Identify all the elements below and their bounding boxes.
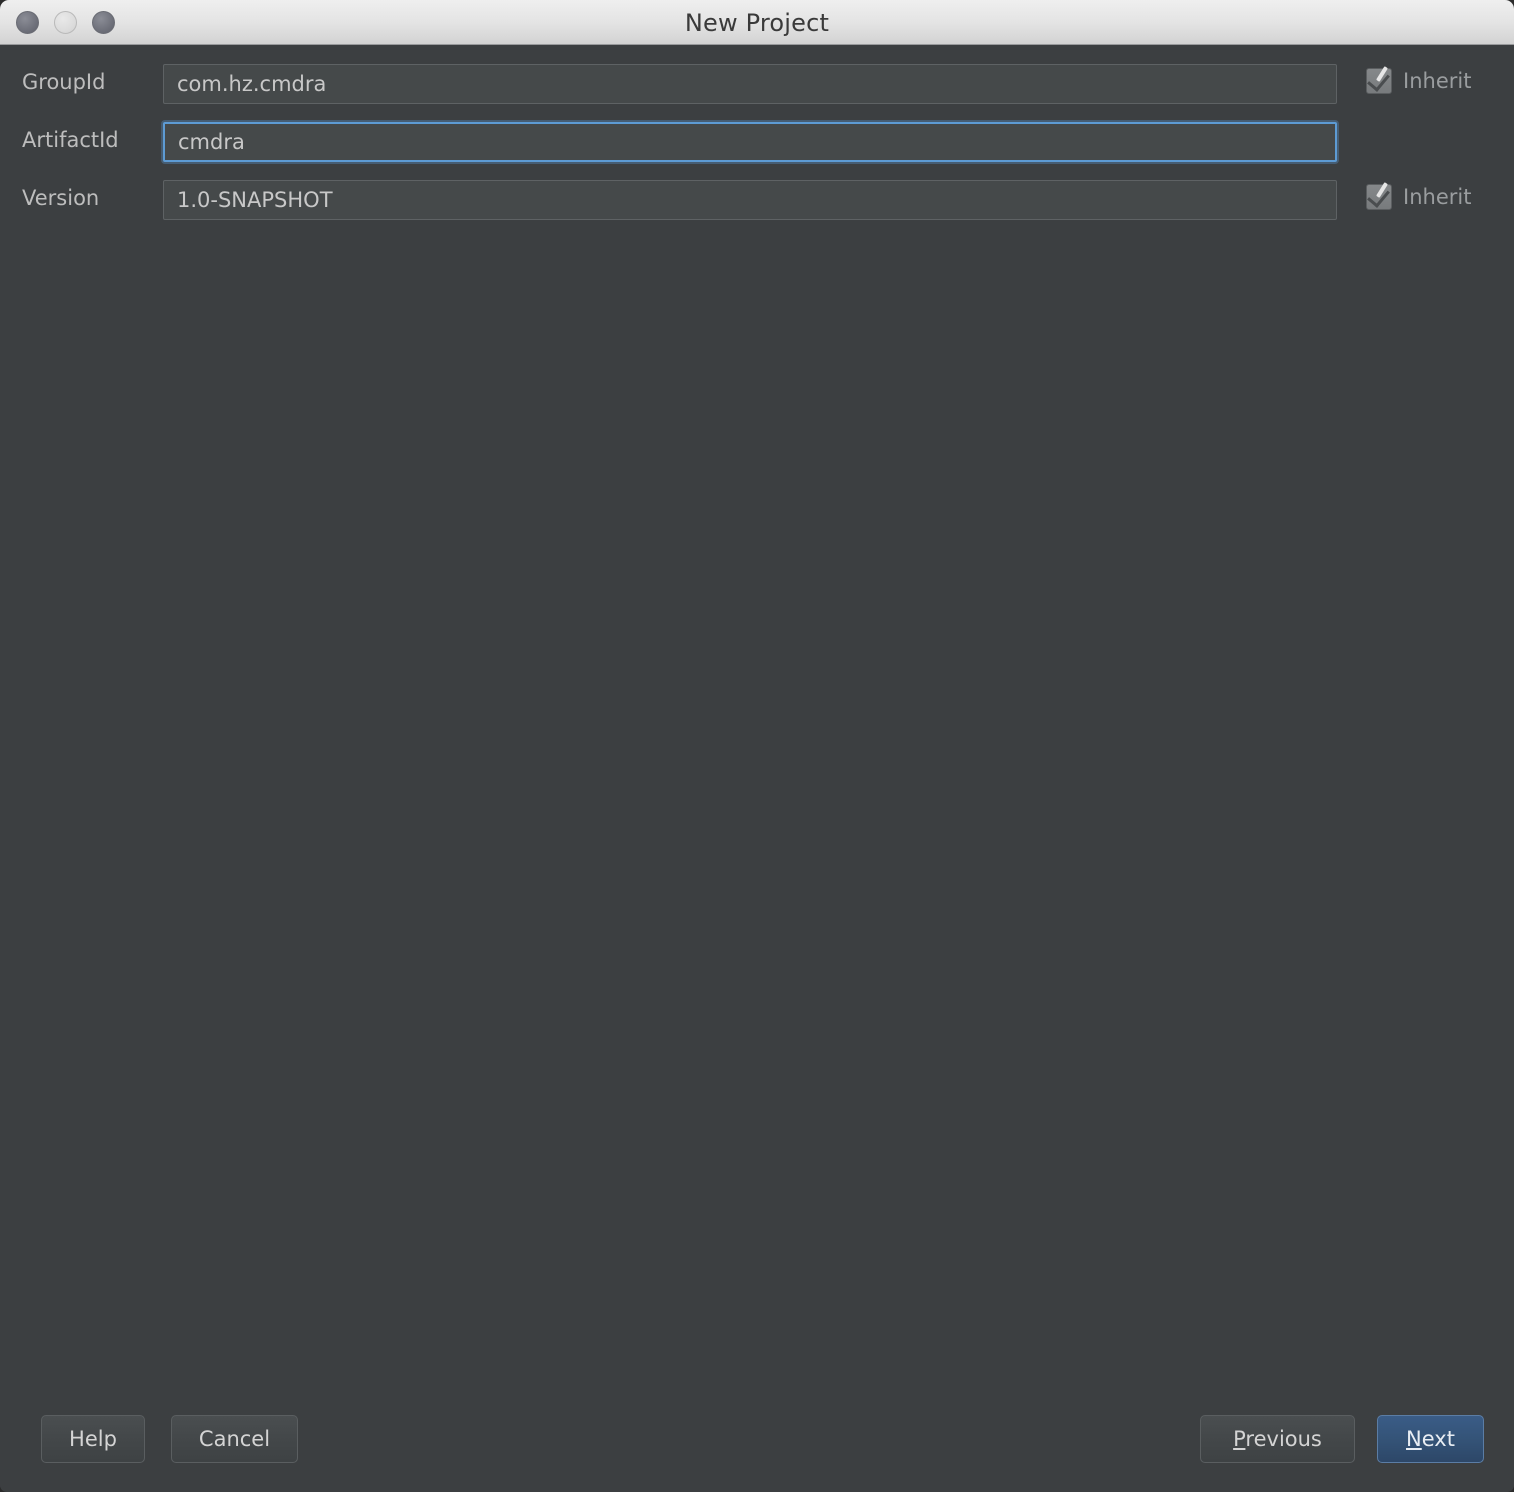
checkbox-checked-icon xyxy=(1366,182,1392,210)
form-row-version: Version Inherit xyxy=(0,180,1514,220)
version-inherit-checkbox[interactable]: Inherit xyxy=(1366,182,1472,210)
artifactid-label: ArtifactId xyxy=(22,128,119,152)
window-title: New Project xyxy=(684,9,830,37)
dialog-footer: Help Cancel Previous Next xyxy=(0,1395,1514,1491)
version-inherit-label: Inherit xyxy=(1403,185,1472,209)
next-button[interactable]: Next xyxy=(1377,1415,1484,1463)
groupid-label: GroupId xyxy=(22,70,106,94)
artifactid-input[interactable] xyxy=(163,122,1337,162)
previous-button[interactable]: Previous xyxy=(1200,1415,1355,1463)
dialog-content: GroupId Inherit ArtifactId Version xyxy=(0,45,1514,1491)
window-titlebar: New Project xyxy=(0,0,1514,45)
version-label: Version xyxy=(22,186,100,210)
cancel-button[interactable]: Cancel xyxy=(171,1415,298,1463)
new-project-dialog: New Project GroupId Inherit ArtifactId xyxy=(0,0,1514,1492)
groupid-inherit-label: Inherit xyxy=(1403,69,1472,93)
previous-button-label: revious xyxy=(1245,1427,1322,1451)
version-input[interactable] xyxy=(163,180,1337,220)
groupid-inherit-checkbox[interactable]: Inherit xyxy=(1366,66,1472,94)
previous-button-mnemonic: P xyxy=(1233,1427,1246,1451)
next-button-mnemonic: N xyxy=(1406,1427,1422,1451)
help-button[interactable]: Help xyxy=(41,1415,145,1463)
form-row-groupid: GroupId Inherit xyxy=(0,64,1514,104)
next-button-label: ext xyxy=(1421,1427,1455,1451)
groupid-input[interactable] xyxy=(163,64,1337,104)
form-row-artifactid: ArtifactId xyxy=(0,122,1514,162)
checkbox-checked-icon xyxy=(1366,66,1392,94)
